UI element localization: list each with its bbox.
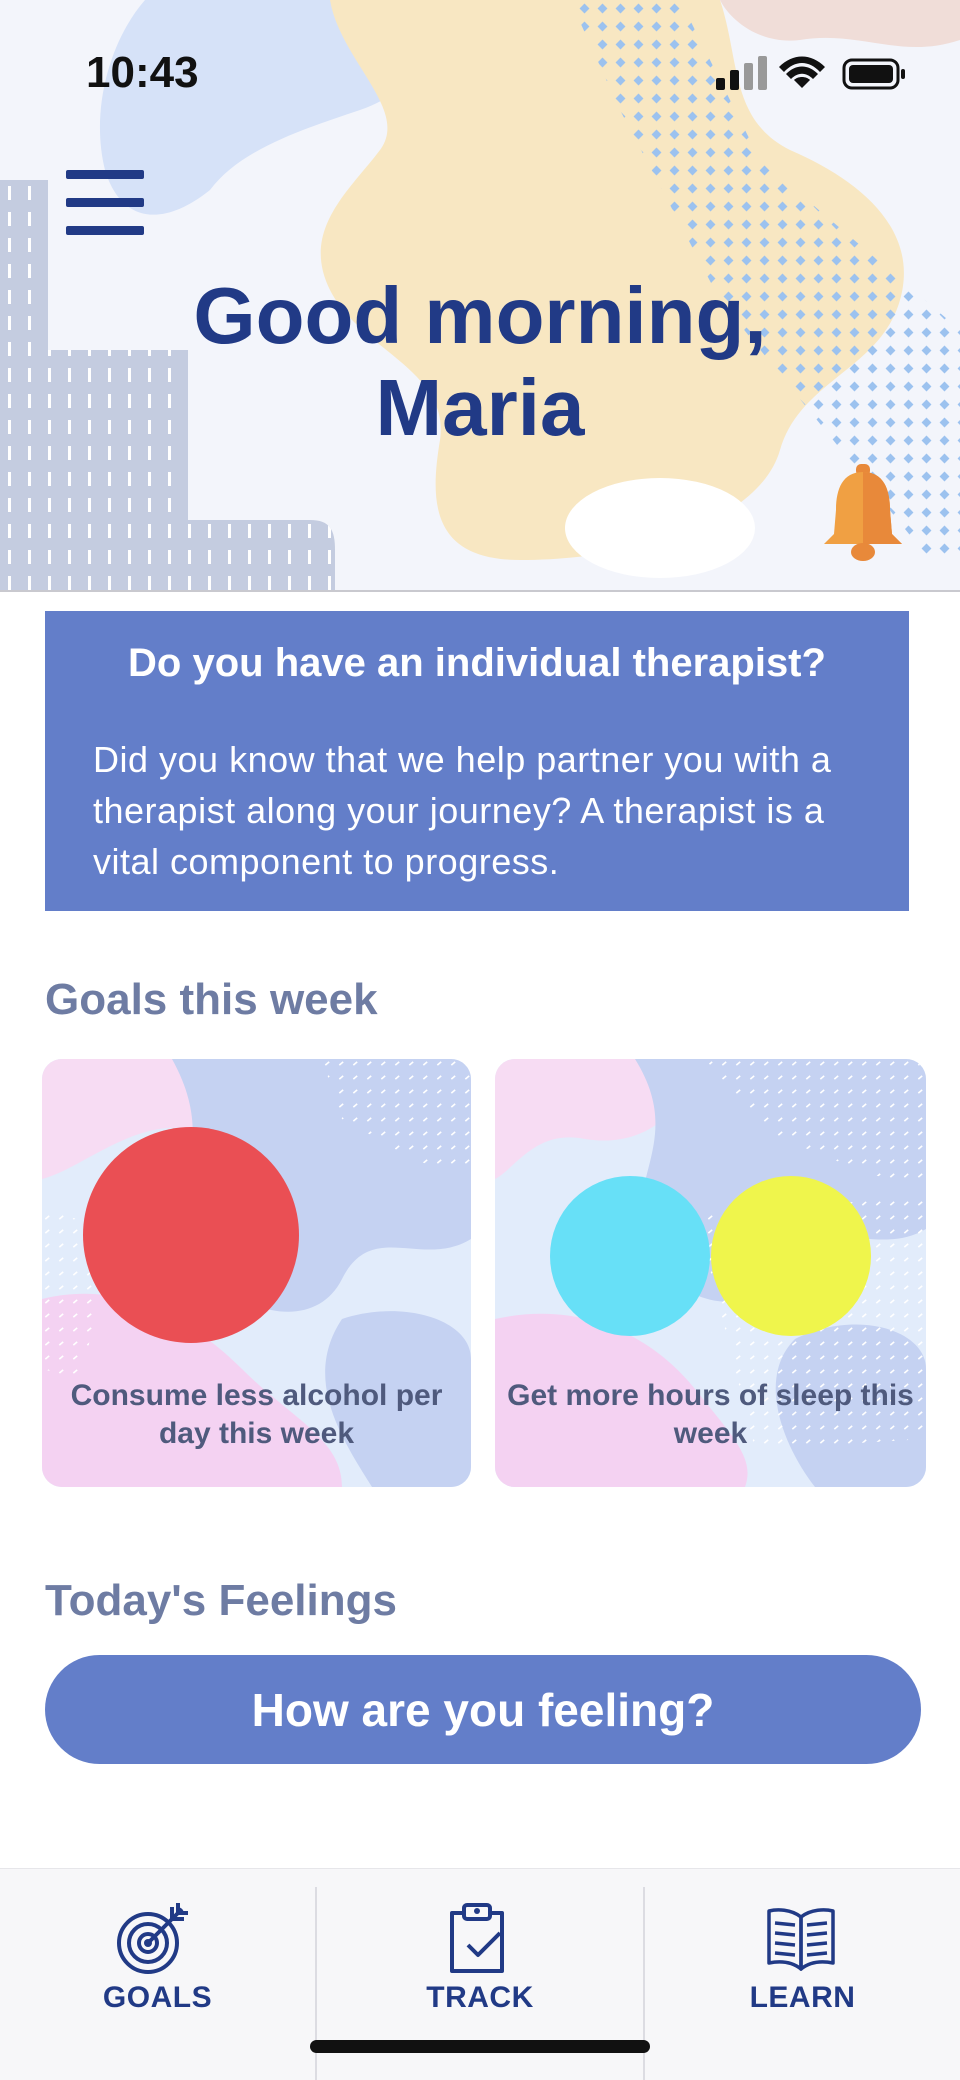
goal-indicator-yellow-circle <box>711 1176 871 1336</box>
goal-card-alcohol[interactable]: Consume less alcohol per day this week <box>42 1059 471 1487</box>
therapist-info-card[interactable]: Do you have an individual therapist? Did… <box>45 611 909 911</box>
wifi-icon <box>779 56 825 88</box>
tab-learn-label: LEARN <box>749 1981 856 2014</box>
goal-label: Get more hours of sleep this week <box>507 1379 914 1450</box>
tab-goals[interactable]: GOALS <box>0 1869 315 2080</box>
greeting-line-1: Good morning, <box>193 271 767 360</box>
therapist-card-body: Did you know that we help partner you wi… <box>93 739 832 882</box>
menu-button[interactable] <box>66 170 146 240</box>
tab-learn[interactable]: LEARN <box>645 1869 960 2080</box>
goal-indicator-cyan-circle <box>550 1176 710 1336</box>
hamburger-icon-bar <box>66 170 144 179</box>
cellular-signal-icon <box>716 56 767 90</box>
tab-goals-label: GOALS <box>102 1981 213 2014</box>
open-book-icon <box>767 1908 835 1971</box>
target-icon <box>117 1903 188 1974</box>
goal-card-sleep[interactable]: Get more hours of sleep this week <box>495 1059 926 1487</box>
goals-section-title: Goals this week <box>45 975 378 1024</box>
hamburger-icon-bar <box>66 198 144 207</box>
clipboard-check-icon <box>450 1903 504 1973</box>
greeting: Good morning, Maria <box>120 270 840 454</box>
goal-indicator-red-circle <box>83 1127 299 1343</box>
bell-icon[interactable] <box>820 462 906 564</box>
header-banner: 10:43 Good morning, Maria <box>0 0 960 592</box>
tab-track-label: TRACK <box>426 1981 534 2014</box>
therapist-card-title: Do you have an individual therapist? <box>128 641 826 685</box>
how-are-you-feeling-button[interactable]: How are you feeling? <box>45 1655 921 1764</box>
feelings-section-title: Today's Feelings <box>45 1576 397 1625</box>
hamburger-icon-bar <box>66 226 144 235</box>
status-icons <box>716 56 905 90</box>
home-indicator[interactable] <box>310 2040 650 2053</box>
battery-icon <box>842 58 905 90</box>
greeting-name: Maria <box>375 363 585 452</box>
status-time: 10:43 <box>86 48 199 97</box>
goal-label: Consume less alcohol per day this week <box>70 1379 443 1450</box>
